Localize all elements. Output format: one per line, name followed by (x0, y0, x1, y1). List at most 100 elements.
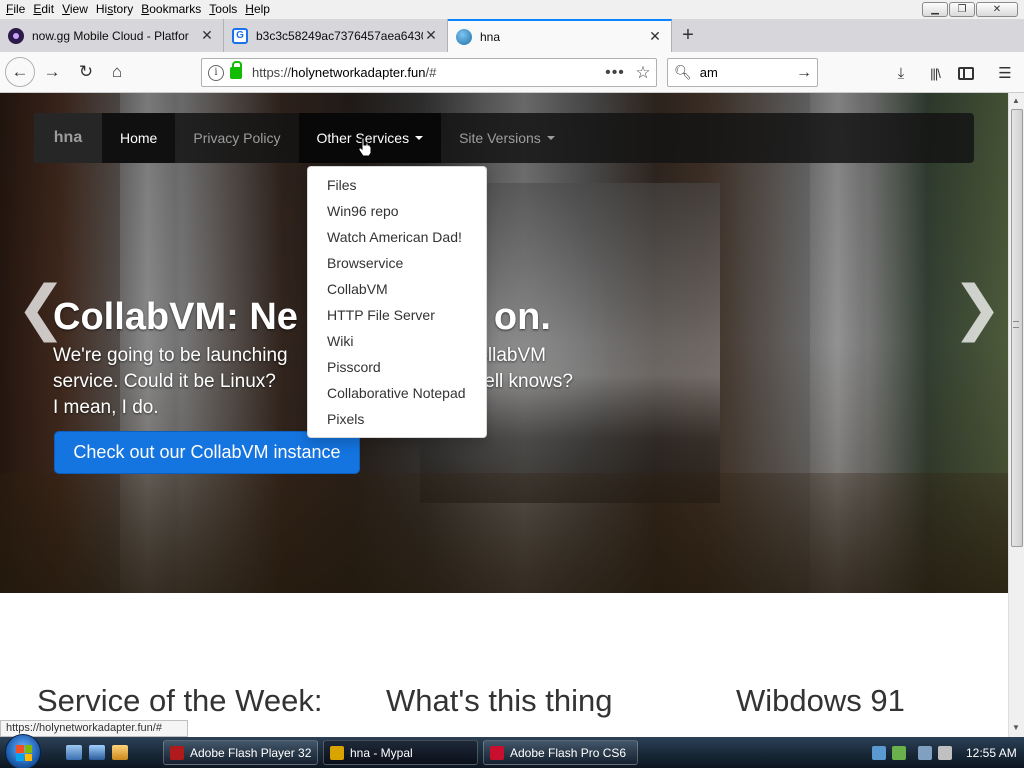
page-actions-icon[interactable]: ••• (600, 64, 630, 82)
menu-history[interactable]: History (92, 0, 137, 19)
back-button[interactable]: ← (5, 57, 35, 87)
dropdown-item-collabvm[interactable]: CollabVM (308, 276, 486, 302)
dropdown-item-files[interactable]: Files (308, 172, 486, 198)
sidebar-icon (958, 66, 974, 80)
close-window-button[interactable]: ✕ (976, 2, 1018, 17)
nav-toolbar: ← → ↻ ⌂ i https://holynetworkadapter.fun… (0, 52, 1024, 93)
url-bar[interactable]: i https://holynetworkadapter.fun/# ••• ☆ (201, 58, 657, 87)
start-button[interactable] (5, 734, 41, 768)
menu-view[interactable]: View (58, 0, 92, 19)
download-icon: ⤓ (897, 64, 905, 82)
nav-privacy-policy[interactable]: Privacy Policy (175, 113, 298, 163)
search-bar[interactable]: 🔍︎ am → (667, 58, 818, 87)
carousel-next-icon[interactable]: ❯ (952, 278, 1002, 338)
taskbar: Adobe Flash Player 32 hna - Mypal Adobe … (0, 734, 1024, 768)
clock[interactable]: 12:55 AM (966, 746, 1017, 760)
scrollbar-grip (1013, 321, 1019, 328)
minimize-button[interactable]: ▁ (922, 2, 948, 17)
nowgg-icon (8, 27, 24, 44)
dropdown-item-wiki[interactable]: Wiki (308, 328, 486, 354)
downloads-button[interactable]: ⤓ (890, 62, 912, 84)
restore-button[interactable]: ❐ (949, 2, 975, 17)
close-tab-icon[interactable]: ✕ (199, 27, 215, 44)
search-input[interactable]: am (700, 65, 791, 80)
g-icon: G (232, 27, 248, 44)
dropdown-item-browservice[interactable]: Browservice (308, 250, 486, 276)
flash-player-icon (170, 745, 184, 760)
task-flash-player[interactable]: Adobe Flash Player 32 (163, 740, 318, 765)
library-icon: |||\ (930, 65, 941, 81)
section-heading: Service of the Week: (37, 683, 323, 718)
library-button[interactable]: |||\ (924, 62, 946, 84)
menu-help[interactable]: Help (241, 0, 274, 19)
home-icon: ⌂ (111, 62, 123, 81)
globe-icon (456, 28, 472, 45)
tab-title: now.gg Mobile Cloud - Platfor (32, 28, 189, 43)
hand-cursor-icon (358, 137, 372, 157)
show-desktop-icon[interactable] (66, 745, 82, 760)
explorer-icon[interactable] (112, 745, 128, 760)
dropdown-item-win96-repo[interactable]: Win96 repo (308, 198, 486, 224)
windows-logo-icon (16, 745, 32, 761)
nav-home[interactable]: Home (102, 113, 176, 163)
url-text[interactable]: https://holynetworkadapter.fun/# (252, 65, 600, 80)
search-go-icon[interactable]: → (791, 64, 817, 82)
reload-button[interactable]: ↻ (72, 58, 100, 86)
plus-icon: + (682, 24, 694, 46)
hamburger-icon: ☰ (998, 65, 1012, 82)
bookmark-star-icon[interactable]: ☆ (630, 63, 656, 83)
dropdown-item-pisscord[interactable]: Pisscord (308, 354, 486, 380)
site-brand[interactable]: hna (34, 113, 102, 163)
arrow-left-icon: ← (11, 62, 29, 81)
switch-windows-icon[interactable] (89, 745, 105, 760)
site-navbar: hna Home Privacy Policy Other Services S… (34, 113, 974, 163)
tray-monitor-icon[interactable] (918, 745, 932, 760)
page-viewport: hna Home Privacy Policy Other Services S… (0, 93, 1008, 737)
new-tab-button[interactable]: + (672, 19, 704, 52)
section-heading: Wibdows 91 (736, 683, 905, 718)
window-controls: ▁ ❐ ✕ (922, 2, 1018, 17)
menu-button[interactable]: ☰ (994, 62, 1016, 84)
task-flash-pro[interactable]: Adobe Flash Pro CS6 (483, 740, 638, 765)
mypal-icon (330, 745, 344, 760)
info-icon[interactable]: i (208, 64, 224, 81)
tray-app-icon[interactable] (892, 745, 906, 760)
menu-bar: File Edit View History Bookmarks Tools H… (0, 0, 1024, 19)
tab-nowgg[interactable]: now.gg Mobile Cloud - Platfor ✕ (0, 19, 224, 52)
home-button[interactable]: ⌂ (103, 58, 131, 86)
menu-edit[interactable]: Edit (29, 0, 58, 19)
dropdown-item-http-file-server[interactable]: HTTP File Server (308, 302, 486, 328)
tab-b3c3[interactable]: G b3c3c58249ac7376457aea64302 ✕ (224, 19, 448, 52)
dropdown-item-collaborative-notepad[interactable]: Collaborative Notepad (308, 380, 486, 406)
dropdown-item-pixels[interactable]: Pixels (308, 406, 486, 432)
lock-icon[interactable] (230, 60, 242, 79)
scroll-up-icon[interactable]: ▲ (1012, 96, 1020, 105)
tab-title: b3c3c58249ac7376457aea64302 (256, 28, 423, 43)
task-mypal[interactable]: hna - Mypal (323, 740, 478, 765)
reload-icon: ↻ (78, 62, 94, 81)
caret-down-icon (546, 136, 555, 140)
menu-tools[interactable]: Tools (205, 0, 241, 19)
scrollbar-thumb[interactable] (1011, 109, 1023, 547)
caret-down-icon (415, 136, 424, 140)
tray-network-icon[interactable] (872, 745, 886, 760)
tab-title: hna (480, 29, 501, 44)
hero-carousel: hna Home Privacy Policy Other Services S… (0, 93, 1008, 593)
other-services-dropdown: Files Win96 repo Watch American Dad! Bro… (307, 166, 487, 438)
arrow-right-icon: → (43, 62, 61, 81)
scroll-down-icon[interactable]: ▼ (1012, 723, 1020, 732)
section-heading: What's this thing (386, 683, 613, 718)
page-scrollbar[interactable]: ▲ ▼ (1008, 93, 1024, 737)
sidebar-button[interactable] (955, 62, 977, 84)
tab-strip: now.gg Mobile Cloud - Platfor ✕ G b3c3c5… (0, 19, 1024, 52)
close-tab-icon[interactable]: ✕ (423, 27, 439, 44)
tab-hna[interactable]: hna ✕ (448, 19, 672, 52)
menu-file[interactable]: File (2, 0, 29, 19)
nav-site-versions[interactable]: Site Versions (441, 113, 573, 163)
dropdown-item-american-dad[interactable]: Watch American Dad! (308, 224, 486, 250)
forward-button[interactable]: → (38, 58, 66, 86)
flash-pro-icon (490, 745, 504, 760)
menu-bookmarks[interactable]: Bookmarks (137, 0, 205, 19)
close-tab-icon[interactable]: ✕ (647, 28, 663, 45)
tray-volume-muted-icon[interactable] (938, 745, 952, 760)
